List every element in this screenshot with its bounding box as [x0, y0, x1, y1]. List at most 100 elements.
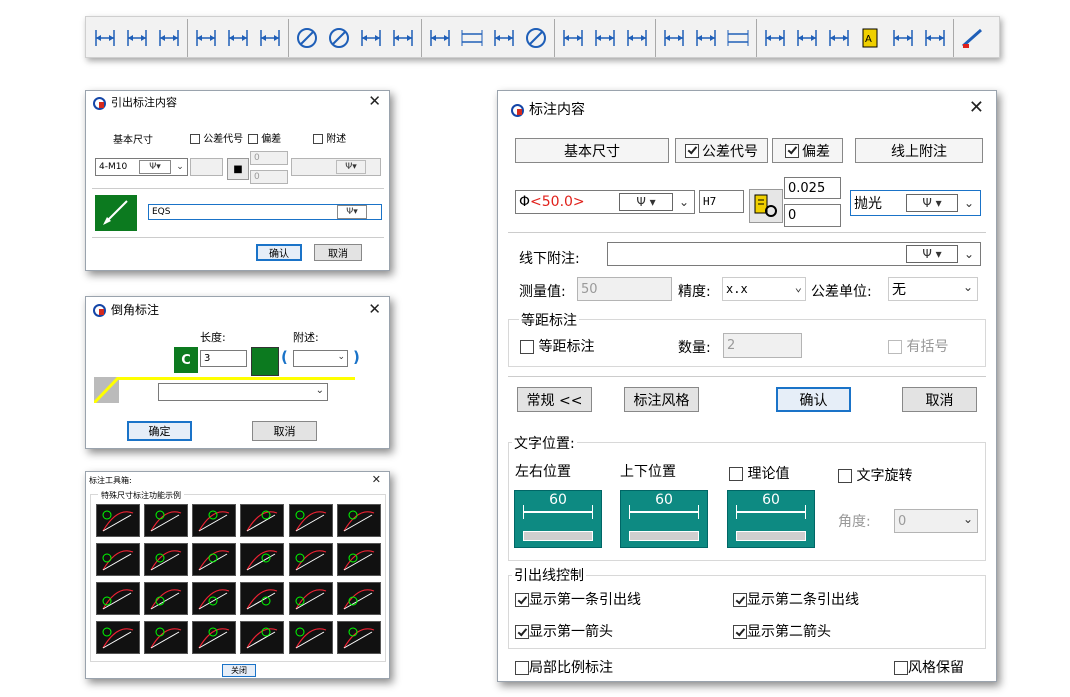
measured-field[interactable]: 50: [577, 277, 672, 301]
normal-toggle-button[interactable]: 常规 <<: [517, 387, 592, 412]
weld-symbol-icon[interactable]: [792, 24, 822, 52]
angle-dropdown[interactable]: 0 ⌄: [894, 509, 978, 533]
zigzag-icon[interactable]: [888, 24, 918, 52]
note-dropdown[interactable]: ⌄: [293, 350, 348, 367]
leader-icon[interactable]: [590, 24, 620, 52]
show-leader-2-checkbox[interactable]: 显示第二条引出线: [733, 589, 859, 609]
angled-dim-icon[interactable]: [223, 24, 253, 52]
horizontal-dim-icon[interactable]: [154, 24, 184, 52]
close-icon[interactable]: ✕: [372, 471, 381, 489]
example-thumbnail[interactable]: [337, 582, 381, 615]
upper-deviation-field[interactable]: 0.025: [784, 177, 841, 199]
example-thumbnail[interactable]: [337, 504, 381, 537]
ok-button[interactable]: 确认: [256, 244, 302, 261]
example-thumbnail[interactable]: [96, 621, 140, 654]
example-thumbnail[interactable]: [337, 543, 381, 576]
example-thumbnail[interactable]: [289, 621, 333, 654]
local-scale-checkbox[interactable]: 局部比例标注: [515, 657, 613, 677]
note-checkbox[interactable]: 附述: [313, 130, 346, 145]
chevron-down-icon[interactable]: ⌄: [961, 245, 977, 263]
example-thumbnail[interactable]: [96, 504, 140, 537]
aligned-dim-icon[interactable]: [122, 24, 152, 52]
symbol-dropdown[interactable]: Ψ ▾: [139, 160, 171, 174]
lower-deviation-field[interactable]: 0: [784, 204, 841, 227]
example-thumbnail[interactable]: [289, 543, 333, 576]
chord-dim-icon[interactable]: [388, 24, 418, 52]
fit-code-field[interactable]: H7: [699, 190, 744, 213]
close-icon[interactable]: ✕: [969, 99, 984, 117]
arc-length-icon[interactable]: [425, 24, 455, 52]
cancel-button[interactable]: 取消: [902, 387, 977, 412]
center-mark-icon[interactable]: [521, 24, 551, 52]
example-thumbnail[interactable]: [144, 504, 188, 537]
text-icon[interactable]: A: [856, 24, 886, 52]
diameter-dim-icon[interactable]: [292, 24, 322, 52]
ok-button[interactable]: 确认: [776, 387, 851, 412]
deviation-checkbox[interactable]: 偏差: [248, 130, 281, 145]
show-leader-1-checkbox[interactable]: 显示第一条引出线: [515, 589, 641, 609]
tol-code-field[interactable]: [190, 158, 223, 176]
break-icon[interactable]: [920, 24, 950, 52]
dim-style-button[interactable]: 标注风格: [624, 387, 699, 412]
linear-dim-icon[interactable]: [90, 24, 120, 52]
bracket-checkbox[interactable]: 有括号: [888, 336, 948, 356]
arc-dim-icon[interactable]: [356, 24, 386, 52]
example-thumbnail[interactable]: [289, 504, 333, 537]
example-thumbnail[interactable]: [96, 582, 140, 615]
equal-spacing-icon[interactable]: [723, 24, 753, 52]
tolerance-lookup-icon[interactable]: ■: [227, 158, 249, 180]
baseline-dim-icon[interactable]: [489, 24, 519, 52]
upper-deviation-field[interactable]: 0: [250, 151, 288, 165]
example-thumbnail[interactable]: [240, 582, 284, 615]
chevron-down-icon[interactable]: ⌄: [174, 160, 186, 174]
text-dropdown[interactable]: ⌄: [158, 383, 328, 401]
ud-position-preview[interactable]: 60: [620, 490, 708, 548]
close-icon[interactable]: ✕: [368, 300, 381, 318]
example-thumbnail[interactable]: [192, 543, 236, 576]
coordinate-dim-icon[interactable]: [255, 24, 285, 52]
note-field[interactable]: Ψ ▾: [291, 158, 381, 176]
edit-dim-icon[interactable]: [957, 24, 987, 52]
tol-unit-dropdown[interactable]: 无 ⌄: [888, 277, 978, 301]
radius-dim-icon[interactable]: [324, 24, 354, 52]
equal-spacing-checkbox[interactable]: 等距标注: [520, 336, 594, 356]
text-rotate-checkbox[interactable]: 文字旋转: [838, 465, 912, 485]
color-swatch[interactable]: [251, 347, 279, 376]
vertical-dim-icon[interactable]: [191, 24, 221, 52]
chevron-down-icon[interactable]: ⌄: [961, 194, 977, 212]
chamfer-dim-icon[interactable]: [760, 24, 790, 52]
length-field[interactable]: 3: [200, 350, 247, 367]
example-thumbnail[interactable]: [240, 504, 284, 537]
section-symbol-icon[interactable]: [824, 24, 854, 52]
example-thumbnail[interactable]: [96, 543, 140, 576]
theory-value-checkbox[interactable]: 理论值: [729, 463, 789, 483]
cancel-button[interactable]: 取消: [252, 421, 317, 441]
example-thumbnail[interactable]: [144, 543, 188, 576]
precision-dropdown[interactable]: x.x ⌄: [722, 277, 806, 301]
datum-icon[interactable]: [622, 24, 652, 52]
surface-finish-icon[interactable]: [659, 24, 689, 52]
theory-value-preview[interactable]: 60: [727, 490, 815, 548]
tolerance-lookup-icon[interactable]: [749, 189, 783, 223]
keep-style-checkbox[interactable]: 风格保留: [894, 657, 964, 677]
ok-button[interactable]: 确定: [127, 421, 192, 441]
tol-code-toggle[interactable]: 公差代号: [675, 138, 768, 163]
chevron-down-icon[interactable]: ⌄: [676, 193, 692, 211]
example-thumbnail[interactable]: [289, 582, 333, 615]
lr-position-preview[interactable]: 60: [514, 490, 602, 548]
symbol-dropdown[interactable]: Ψ ▾: [906, 245, 958, 263]
show-arrow-2-checkbox[interactable]: 显示第二箭头: [733, 621, 831, 641]
tol-code-checkbox[interactable]: 公差代号: [190, 130, 243, 145]
example-thumbnail[interactable]: [144, 582, 188, 615]
example-thumbnail[interactable]: [192, 504, 236, 537]
close-icon[interactable]: ✕: [368, 92, 381, 110]
example-thumbnail[interactable]: [144, 621, 188, 654]
angle-dim-icon[interactable]: [558, 24, 588, 52]
example-thumbnail[interactable]: [240, 621, 284, 654]
example-thumbnail[interactable]: [192, 582, 236, 615]
symbol-dropdown[interactable]: Ψ ▾: [619, 193, 673, 211]
example-thumbnail[interactable]: [337, 621, 381, 654]
cancel-button[interactable]: 取消: [314, 244, 362, 261]
show-arrow-1-checkbox[interactable]: 显示第一箭头: [515, 621, 613, 641]
count-field[interactable]: 2: [723, 333, 802, 358]
